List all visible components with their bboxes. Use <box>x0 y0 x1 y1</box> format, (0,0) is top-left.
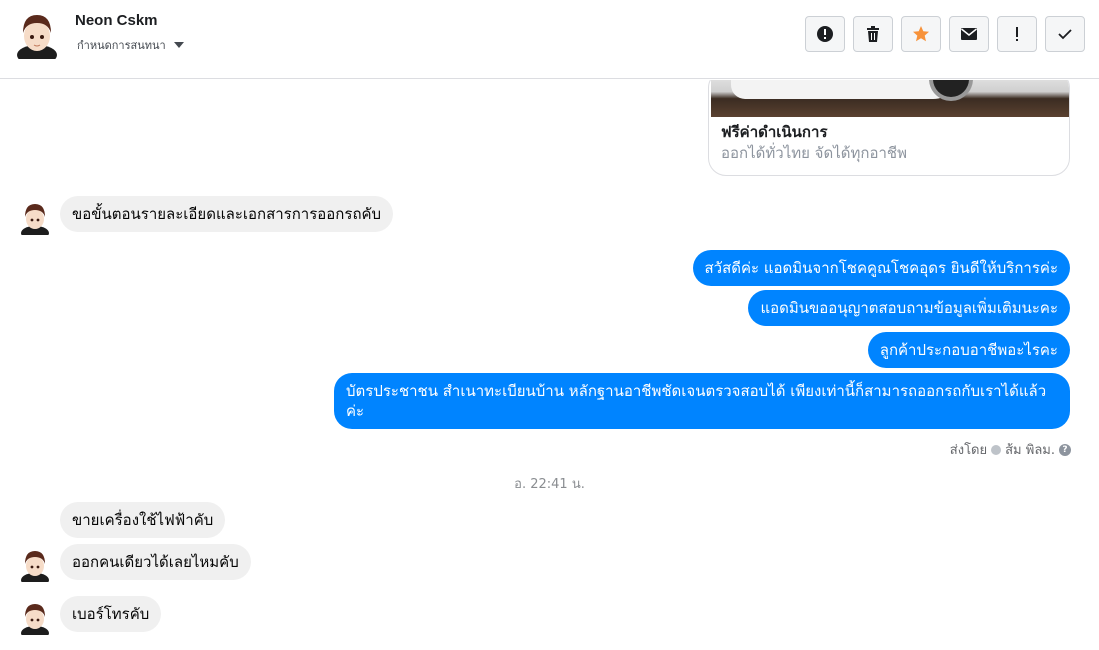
outgoing-message[interactable]: ลูกค้าประกอบอาชีพอะไรคะ <box>867 332 1070 368</box>
trash-icon <box>867 26 879 42</box>
page-badge-icon <box>991 444 1002 455</box>
conversation-settings-label: กำหนดการสนทนา <box>77 39 166 52</box>
help-icon[interactable]: ? <box>1059 443 1071 456</box>
mark-done-button[interactable] <box>1045 16 1085 52</box>
outgoing-message[interactable]: แอดมินขออนุญาตสอบถามข้อมูลเพิ่มเติมนะคะ <box>748 290 1070 326</box>
alert-circle-icon <box>817 26 833 42</box>
caret-down-icon <box>173 42 184 48</box>
sent-by-label: ส่งโดย <box>949 443 988 458</box>
sent-by-line: ส่งโดย ส้ม พิลม. ? <box>950 439 1071 460</box>
checkmark-icon <box>1058 29 1072 40</box>
sender-avatar <box>21 604 49 635</box>
message-thread[interactable]: ฟรีค่าดำเนินการ ออกได้ทั่วไทย จัดได้ทุกอ… <box>0 80 1099 650</box>
mark-spam-button[interactable] <box>805 16 845 52</box>
message-timestamp: อ. 22:41 น. <box>514 477 585 492</box>
incoming-message[interactable]: ขายเครื่องใช้ไฟฟ้าคับ <box>60 502 226 538</box>
outgoing-message[interactable]: บัตรประชาชน สำเนาทะเบียนบ้าน หลักฐานอาชี… <box>334 373 1070 429</box>
preview-subtitle: ออกได้ทั่วไทย จัดได้ทุกอาชีพ <box>721 144 907 162</box>
delete-button[interactable] <box>853 16 893 52</box>
conversation-settings-dropdown[interactable]: กำหนดการสนทนา <box>77 36 184 54</box>
outgoing-message[interactable]: สวัสดีค่ะ แอดมินจากโชคคูณโชคอุดร ยินดีให… <box>692 250 1070 286</box>
mark-unread-button[interactable] <box>949 16 989 52</box>
conversation-header: Neon Cskm กำหนดการสนทนา <box>0 0 1099 79</box>
follow-up-button[interactable] <box>997 16 1037 52</box>
contact-avatar[interactable] <box>15 9 59 59</box>
sender-avatar <box>21 204 49 235</box>
envelope-icon <box>961 28 977 40</box>
sender-avatar <box>21 551 49 582</box>
star-icon <box>913 26 929 42</box>
link-preview-card[interactable]: ฟรีค่าดำเนินการ ออกได้ทั่วไทย จัดได้ทุกอ… <box>708 80 1070 176</box>
incoming-message[interactable]: ขอขั้นตอนรายละเอียดและเอกสารการออกรถคับ <box>60 196 394 232</box>
contact-name: Neon Cskm <box>75 12 158 29</box>
incoming-message[interactable]: ออกคนเดียวได้เลยไหมคับ <box>60 544 251 580</box>
star-button[interactable] <box>901 16 941 52</box>
preview-image <box>711 80 1069 117</box>
incoming-message[interactable]: เบอร์โทรคับ <box>60 596 162 632</box>
exclamation-icon <box>1016 27 1018 41</box>
action-toolbar <box>805 16 1085 52</box>
sent-by-name[interactable]: ส้ม พิลม. <box>1005 439 1055 460</box>
